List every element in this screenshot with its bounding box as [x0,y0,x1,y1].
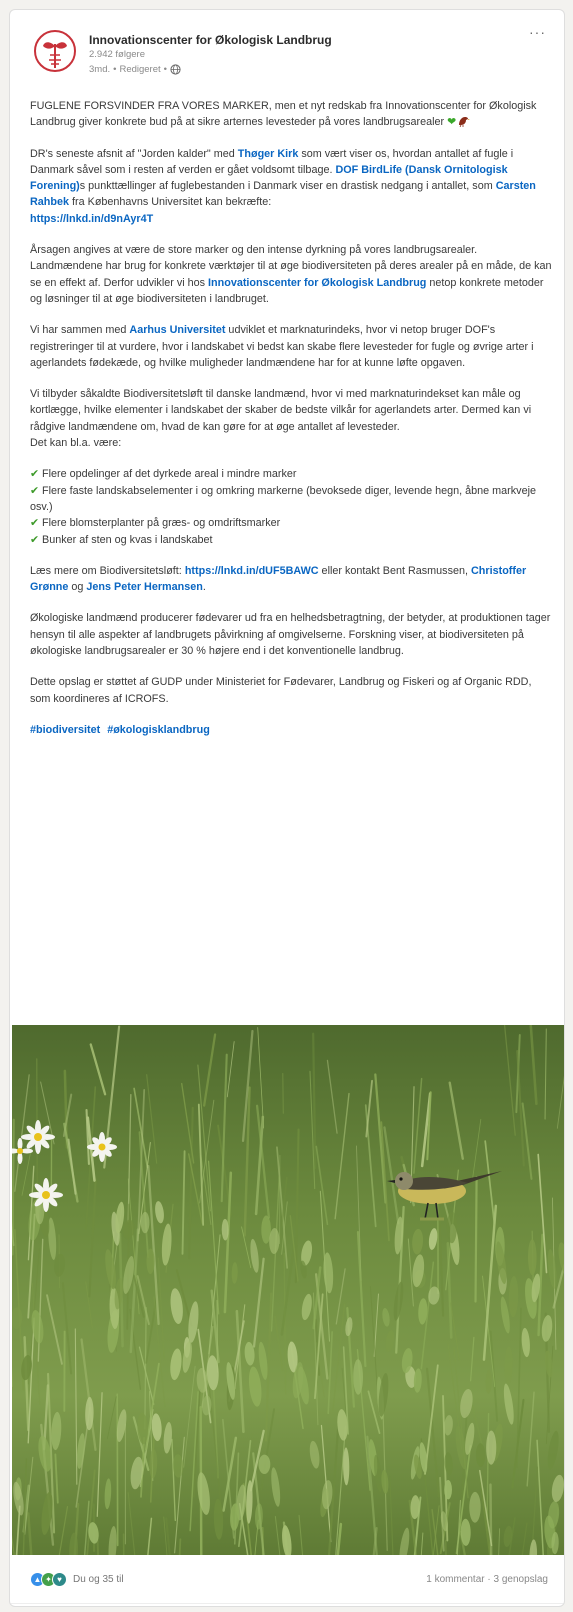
list-item: ✔ Flere opdelinger af det dyrkede areal i… [30,468,297,481]
hashtag-biodiversitet[interactable]: #biodiversitet [30,724,100,736]
post-time: 3md. [89,64,111,75]
mention-thoger-kirk[interactable]: Thøger Kirk [238,148,299,160]
post-paragraph-8: Dette opslag er støttet af GUDP under Mi… [30,676,532,705]
list-item: ✔ Flere blomsterplanter på græs- og omdri… [30,517,281,530]
hashtag-okologisklandbrug[interactable]: #økologisklandbrug [107,724,210,736]
check-mark-icon: ✔ [30,533,40,546]
edited-label: Redigeret [119,64,161,75]
mention-innovationscenter[interactable]: Innovationscenter for Økologisk Landbrug [208,277,426,289]
post-paragraph-5: Vi tilbyder såkaldte Biodiversitetsløft … [30,388,532,450]
post-footer: ▲ ✦ ♥ Du og 35 til 1 kommentar · 3 genop… [10,1558,564,1604]
post-meta: 3md. • Redigeret • [89,64,181,75]
mention-jens-peter-hermansen[interactable]: Jens Peter Hermansen [86,581,202,593]
check-mark-icon: ✔ [30,517,40,530]
follower-count: 2.942 følgere [89,49,145,60]
plant-seedling-logo[interactable] [32,28,78,74]
list-item: ✔ Bunker af sten og kvas i landskabet [30,533,213,546]
check-mark-icon: ✔ [30,468,40,481]
post-paragraph-2: DR's seneste afsnit af "Jorden kalder" m… [30,147,536,225]
wheat-field-bird-photo [12,1025,564,1555]
bird-emoji [459,117,471,128]
reactions-summary[interactable]: ▲ ✦ ♥ Du og 35 til [30,1572,124,1587]
post-body: FUGLENE FORSVINDER FRA VORES MARKER, men… [30,98,552,753]
hashtags: #biodiversitet #økologisklandbrug [30,722,552,738]
link-lnkd-1[interactable]: https://lnkd.in/d9nAyr4T [30,213,153,225]
comments-count[interactable]: 1 kommentar [426,1574,484,1585]
list-item: ✔ Flere faste landskabselementer i og omk… [30,484,536,513]
author-name[interactable]: Innovationscenter for Økologisk Landbrug [89,33,332,47]
support-reaction-icon: ♥ [52,1572,67,1587]
mention-aarhus-universitet[interactable]: Aarhus Universitet [129,324,225,336]
more-options-button[interactable]: ··· [529,24,546,40]
post-paragraph-7: Økologiske landmænd producerer fødevarer… [30,612,551,658]
link-lnkd-2[interactable]: https://lnkd.in/dUF5BAWC [185,565,319,577]
engagement-counts: 1 kommentar · 3 genopslag [426,1574,548,1585]
reactions-count[interactable]: Du og 35 til [73,1574,124,1585]
reposts-count[interactable]: 3 genopslag [494,1574,549,1585]
globe-icon [170,64,181,75]
post-paragraph-1: FUGLENE FORSVINDER FRA VORES MARKER, men… [30,100,537,129]
checklist: ✔ Flere opdelinger af det dyrkede areal i… [30,466,552,547]
post-header: Innovationscenter for Økologisk Landbrug… [10,10,564,90]
post-image[interactable] [12,1025,564,1555]
post-paragraph-6: Læs mere om Biodiversitetsløft: https://… [30,564,527,594]
post-paragraph-4: Vi har sammen med Aarhus Universitet udv… [30,324,534,369]
post-paragraph-3: Årsagen angives at være de store marker … [30,244,552,305]
green-heart-emoji: ❤ [447,116,457,129]
check-mark-icon: ✔ [30,484,40,497]
post-card: Innovationscenter for Økologisk Landbrug… [9,9,565,1607]
